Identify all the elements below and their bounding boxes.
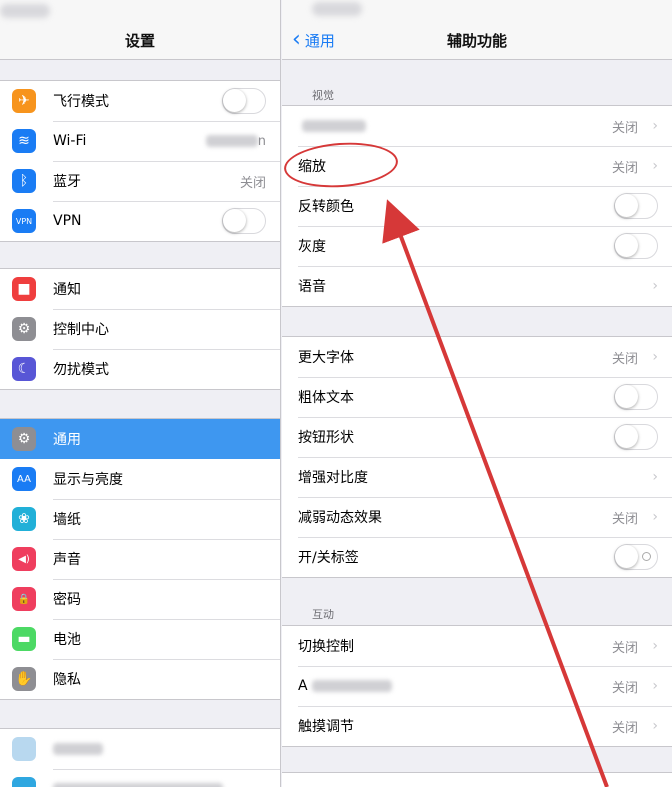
annotation-arrow — [382, 199, 609, 787]
settings-screen: 设置 ✈ 飞行模式 ≋ Wi-Fi n ᛒ 蓝牙 关闭 VPN VPN ■ 通知 ⚙ 控制中心 ☾ 勿扰模式 ⚙… — [0, 0, 672, 787]
